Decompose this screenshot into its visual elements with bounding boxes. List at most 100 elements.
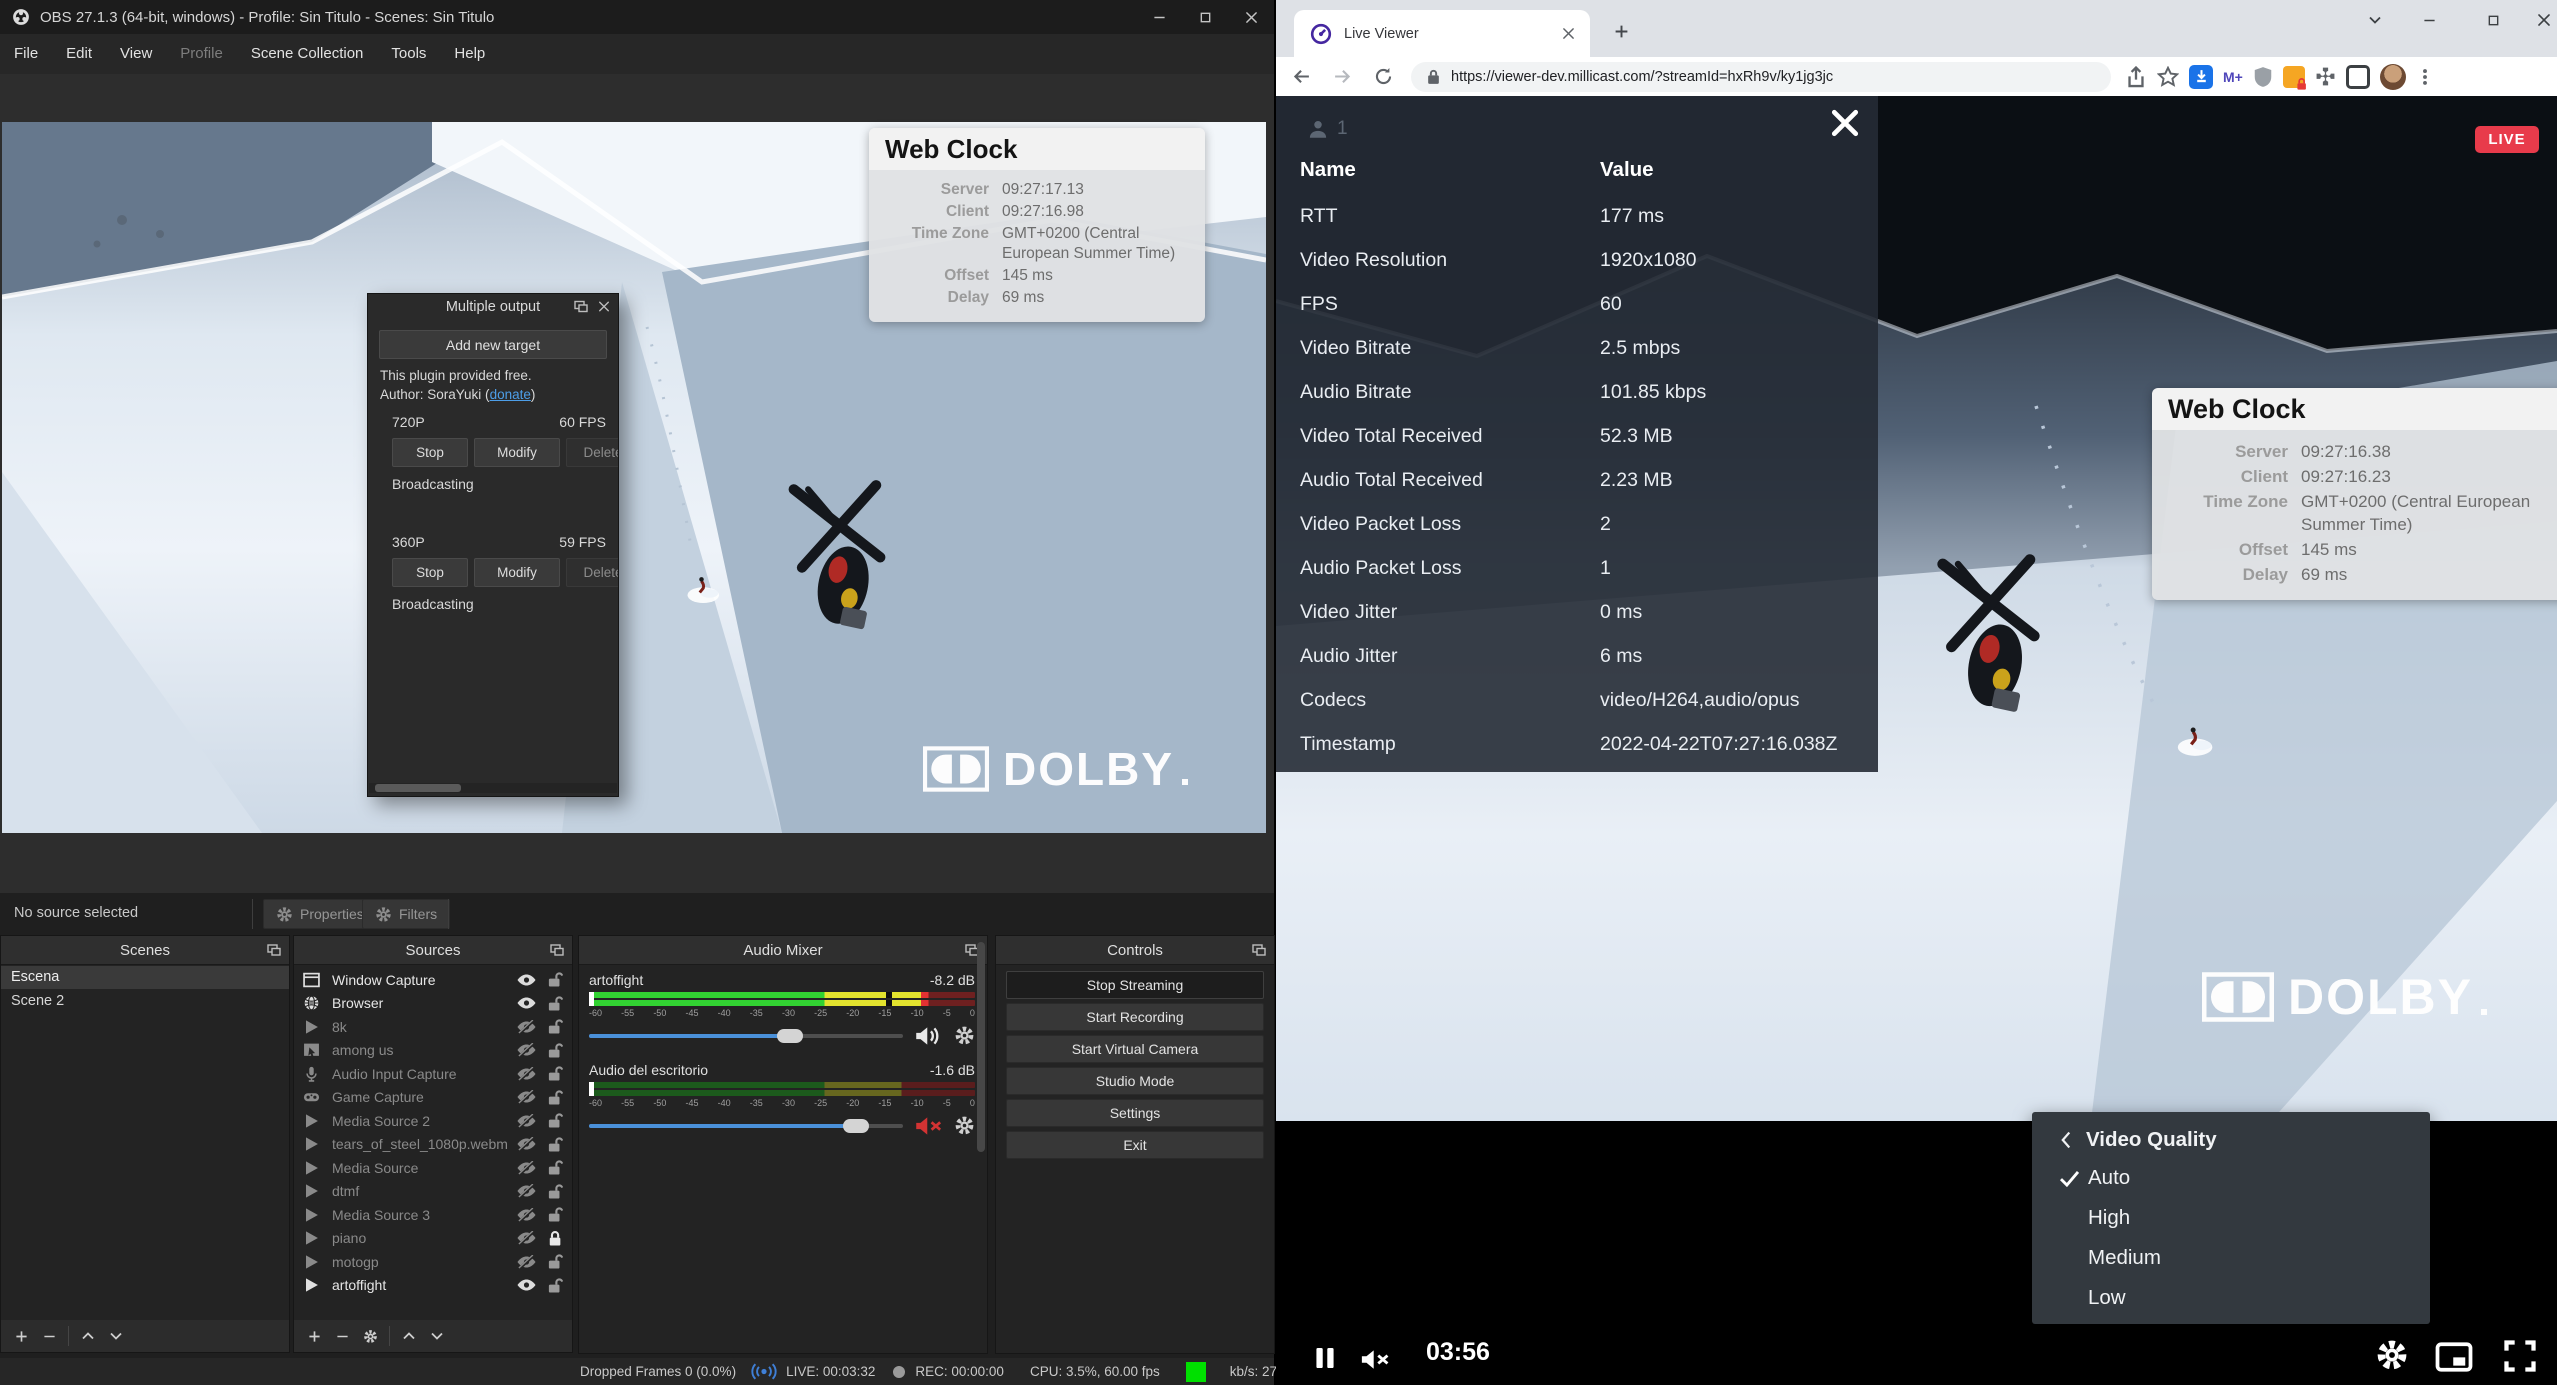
address-bar[interactable]: https://viewer-dev.millicast.com/?stream…: [1411, 62, 2111, 92]
visibility-eye-icon[interactable]: [516, 1137, 537, 1151]
volume-slider[interactable]: [589, 1034, 903, 1038]
horizontal-scrollbar[interactable]: [369, 783, 617, 793]
scene-item[interactable]: Escena: [1, 966, 289, 989]
lock-icon[interactable]: [548, 1230, 563, 1247]
orange-extension-icon[interactable]: [2283, 66, 2305, 88]
volume-slider[interactable]: [589, 1124, 903, 1128]
menu-file[interactable]: File: [0, 34, 52, 74]
remove-scene-button[interactable]: [35, 1324, 63, 1348]
minimize-button[interactable]: [1136, 0, 1182, 34]
visibility-eye-icon[interactable]: [516, 1043, 537, 1057]
share-icon[interactable]: [2125, 66, 2147, 88]
url-text[interactable]: https://viewer-dev.millicast.com/?stream…: [1451, 69, 1833, 85]
slider-handle[interactable]: [843, 1119, 869, 1133]
quality-option-low[interactable]: Low: [2088, 1284, 2126, 1312]
source-properties-gear-button[interactable]: [356, 1324, 384, 1348]
studio-mode-button[interactable]: Studio Mode: [1006, 1067, 1264, 1095]
visibility-eye-icon[interactable]: [516, 1090, 537, 1104]
settings-button[interactable]: Settings: [1006, 1099, 1264, 1127]
lock-icon[interactable]: [548, 1089, 563, 1106]
source-item[interactable]: tears_of_steel_1080p.webm: [294, 1133, 572, 1157]
visibility-eye-icon[interactable]: [516, 1114, 537, 1128]
source-item[interactable]: Audio Input Capture: [294, 1062, 572, 1086]
menu-scene-collection[interactable]: Scene Collection: [237, 34, 378, 74]
dock-icon[interactable]: [574, 300, 588, 313]
source-item[interactable]: Media Source: [294, 1156, 572, 1180]
lock-icon[interactable]: [548, 995, 563, 1012]
source-item[interactable]: motogp: [294, 1250, 572, 1274]
modify-button[interactable]: Modify: [474, 438, 560, 467]
window-menu-chevron[interactable]: [2354, 0, 2396, 40]
visibility-eye-icon[interactable]: [516, 1255, 537, 1269]
stop-button[interactable]: Stop: [392, 558, 468, 587]
shield-extension-icon[interactable]: [2253, 66, 2273, 88]
source-item[interactable]: Media Source 3: [294, 1203, 572, 1227]
source-item[interactable]: Media Source 2: [294, 1109, 572, 1133]
mplus-extension-icon[interactable]: M+: [2223, 69, 2243, 85]
quality-option-auto[interactable]: Auto: [2088, 1164, 2130, 1192]
visibility-eye-icon[interactable]: [516, 996, 537, 1010]
lock-icon[interactable]: [548, 1065, 563, 1082]
speaker-muted-icon[interactable]: [915, 1116, 942, 1136]
visibility-eye-icon[interactable]: [516, 1278, 537, 1292]
close-stats-icon[interactable]: [1830, 108, 1860, 138]
muted-speaker-button[interactable]: [1360, 1349, 1390, 1370]
visibility-eye-icon[interactable]: [516, 1208, 537, 1222]
source-item[interactable]: among us: [294, 1039, 572, 1063]
extensions-puzzle-icon[interactable]: [2315, 66, 2336, 87]
minimize-button[interactable]: [2408, 0, 2450, 40]
dock-icon[interactable]: [550, 944, 564, 956]
lock-icon[interactable]: [548, 1018, 563, 1035]
source-item[interactable]: Game Capture: [294, 1086, 572, 1110]
visibility-eye-icon[interactable]: [516, 973, 537, 987]
stop-button[interactable]: Stop: [392, 438, 468, 467]
source-item[interactable]: piano: [294, 1227, 572, 1251]
move-scene-down-button[interactable]: [102, 1324, 130, 1348]
visibility-eye-icon[interactable]: [516, 1231, 537, 1245]
lock-icon[interactable]: [548, 1159, 563, 1176]
modify-button[interactable]: Modify: [474, 558, 560, 587]
bookmark-star-icon[interactable]: [2157, 66, 2179, 88]
menu-tools[interactable]: Tools: [377, 34, 440, 74]
menu-edit[interactable]: Edit: [52, 34, 106, 74]
source-item[interactable]: dtmf: [294, 1180, 572, 1204]
slider-handle[interactable]: [777, 1029, 803, 1043]
lock-icon[interactable]: [548, 1277, 563, 1294]
player-settings-gear-button[interactable]: [2375, 1338, 2409, 1372]
move-source-down-button[interactable]: [423, 1324, 451, 1348]
multiple-output-titlebar[interactable]: Multiple output: [368, 294, 618, 320]
picture-in-picture-button[interactable]: [2433, 1342, 2475, 1372]
source-item[interactable]: Browser: [294, 992, 572, 1016]
channel-gear-icon[interactable]: [954, 1115, 975, 1136]
mixer-scrollbar[interactable]: [977, 942, 985, 1152]
dock-icon[interactable]: [1252, 944, 1266, 956]
tab-close-icon[interactable]: [1556, 22, 1580, 46]
start-recording-button[interactable]: Start Recording: [1006, 1003, 1264, 1031]
move-scene-up-button[interactable]: [74, 1324, 102, 1348]
filters-button[interactable]: Filters: [362, 899, 450, 929]
dock-icon[interactable]: [267, 944, 281, 956]
lock-icon[interactable]: [548, 971, 563, 988]
scrollbar-thumb[interactable]: [375, 784, 461, 792]
video-quality-menu-header[interactable]: Video Quality: [2060, 1128, 2217, 1152]
close-button[interactable]: [2523, 0, 2557, 40]
close-icon[interactable]: [598, 300, 610, 313]
reload-button[interactable]: [1367, 61, 1399, 93]
pause-button[interactable]: [1315, 1346, 1335, 1370]
browser-menu-kebab-icon[interactable]: [2416, 68, 2434, 86]
add-new-target-button[interactable]: Add new target: [379, 330, 607, 359]
quality-option-high[interactable]: High: [2088, 1204, 2130, 1232]
download-extension-icon[interactable]: [2189, 65, 2213, 89]
source-item[interactable]: 8k: [294, 1015, 572, 1039]
delete-button[interactable]: Delete: [566, 558, 619, 587]
exit-button[interactable]: Exit: [1006, 1131, 1264, 1159]
visibility-eye-icon[interactable]: [516, 1161, 537, 1175]
add-source-button[interactable]: [300, 1324, 328, 1348]
stop-streaming-button[interactable]: Stop Streaming: [1006, 971, 1264, 999]
delete-button[interactable]: Delete: [566, 438, 619, 467]
profile-avatar[interactable]: [2380, 64, 2406, 90]
new-tab-button[interactable]: [1608, 18, 1634, 44]
visibility-eye-icon[interactable]: [516, 1067, 537, 1081]
remove-source-button[interactable]: [328, 1324, 356, 1348]
start-virtual-camera-button[interactable]: Start Virtual Camera: [1006, 1035, 1264, 1063]
